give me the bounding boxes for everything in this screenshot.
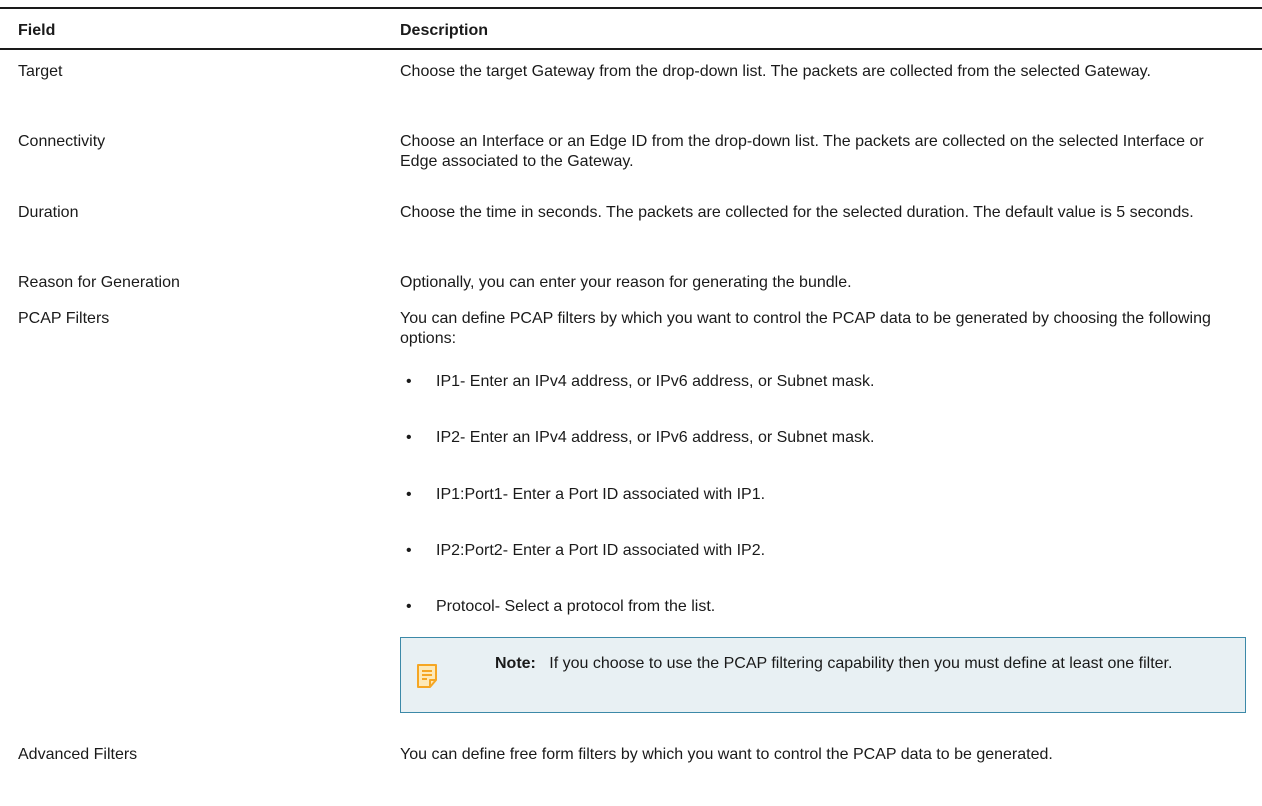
note-callout: Note: If you choose to use the PCAP filt… xyxy=(400,637,1246,713)
bullet-icon: • xyxy=(406,542,412,559)
list-item-text: IP2- Enter an IPv4 address, or IPv6 addr… xyxy=(436,429,875,446)
table-header-rule xyxy=(0,48,1262,50)
list-item-text: IP1- Enter an IPv4 address, or IPv6 addr… xyxy=(436,373,875,390)
field-description: You can define free form filters by whic… xyxy=(400,746,1053,763)
field-name: Advanced Filters xyxy=(18,746,138,763)
bullet-icon: • xyxy=(406,598,412,615)
header-description: Description xyxy=(400,22,489,39)
field-description: Choose an Interface or an Edge ID from t… xyxy=(400,133,1204,170)
field-description: You can define PCAP filters by which you… xyxy=(400,310,1211,347)
note-body: If you choose to use the PCAP filtering … xyxy=(549,655,1173,672)
field-name: Reason for Generation xyxy=(18,274,180,291)
field-description: Choose the target Gateway from the drop-… xyxy=(400,63,1151,80)
list-item-text: Protocol- Select a protocol from the lis… xyxy=(436,598,716,615)
bullet-icon: • xyxy=(406,486,412,503)
bullet-icon: • xyxy=(406,429,412,446)
field-name: Target xyxy=(18,63,63,80)
header-field: Field xyxy=(18,22,56,39)
field-name: Connectivity xyxy=(18,133,106,150)
field-description: Choose the time in seconds. The packets … xyxy=(400,204,1194,221)
note-label: Note: xyxy=(495,655,536,672)
list-item-text: IP1:Port1- Enter a Port ID associated wi… xyxy=(436,486,766,503)
table-header-row: Field Description xyxy=(0,9,1262,48)
list-item-text: IP2:Port2- Enter a Port ID associated wi… xyxy=(436,542,766,559)
field-name: Duration xyxy=(18,204,79,221)
field-name: PCAP Filters xyxy=(18,310,110,327)
bullet-icon: • xyxy=(406,373,412,390)
field-description: Optionally, you can enter your reason fo… xyxy=(400,274,852,291)
note-icon xyxy=(417,664,437,688)
note-text: Note: If you choose to use the PCAP filt… xyxy=(495,654,1215,674)
